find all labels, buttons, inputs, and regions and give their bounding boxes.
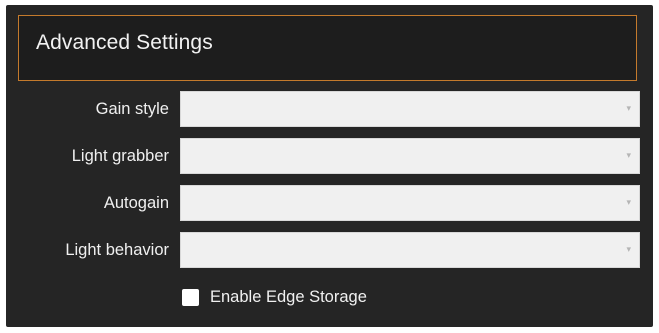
chevron-down-icon: ▾ <box>626 150 631 160</box>
light-behavior-row: Light behavior ▾ <box>6 232 653 270</box>
gain-style-dropdown[interactable]: ▾ <box>180 91 640 127</box>
chevron-down-icon: ▾ <box>626 103 631 113</box>
light-grabber-row: Light grabber ▾ <box>6 138 653 176</box>
gain-style-row: Gain style ▾ <box>6 91 653 129</box>
enable-edge-storage-checkbox[interactable] <box>182 289 199 306</box>
chevron-down-icon: ▾ <box>626 244 631 254</box>
autogain-dropdown[interactable]: ▾ <box>180 185 640 221</box>
advanced-settings-panel: Advanced Settings Gain style ▾ Light gra… <box>6 5 653 327</box>
autogain-row: Autogain ▾ <box>6 185 653 223</box>
light-behavior-label: Light behavior <box>65 241 169 259</box>
gain-style-label: Gain style <box>95 100 169 118</box>
chevron-down-icon: ▾ <box>626 197 631 207</box>
light-behavior-dropdown[interactable]: ▾ <box>180 232 640 268</box>
light-grabber-label: Light grabber <box>71 147 169 165</box>
light-grabber-dropdown[interactable]: ▾ <box>180 138 640 174</box>
enable-edge-storage-label: Enable Edge Storage <box>210 288 367 306</box>
panel-header: Advanced Settings <box>18 15 637 81</box>
autogain-label: Autogain <box>103 194 169 212</box>
panel-title: Advanced Settings <box>36 31 213 54</box>
